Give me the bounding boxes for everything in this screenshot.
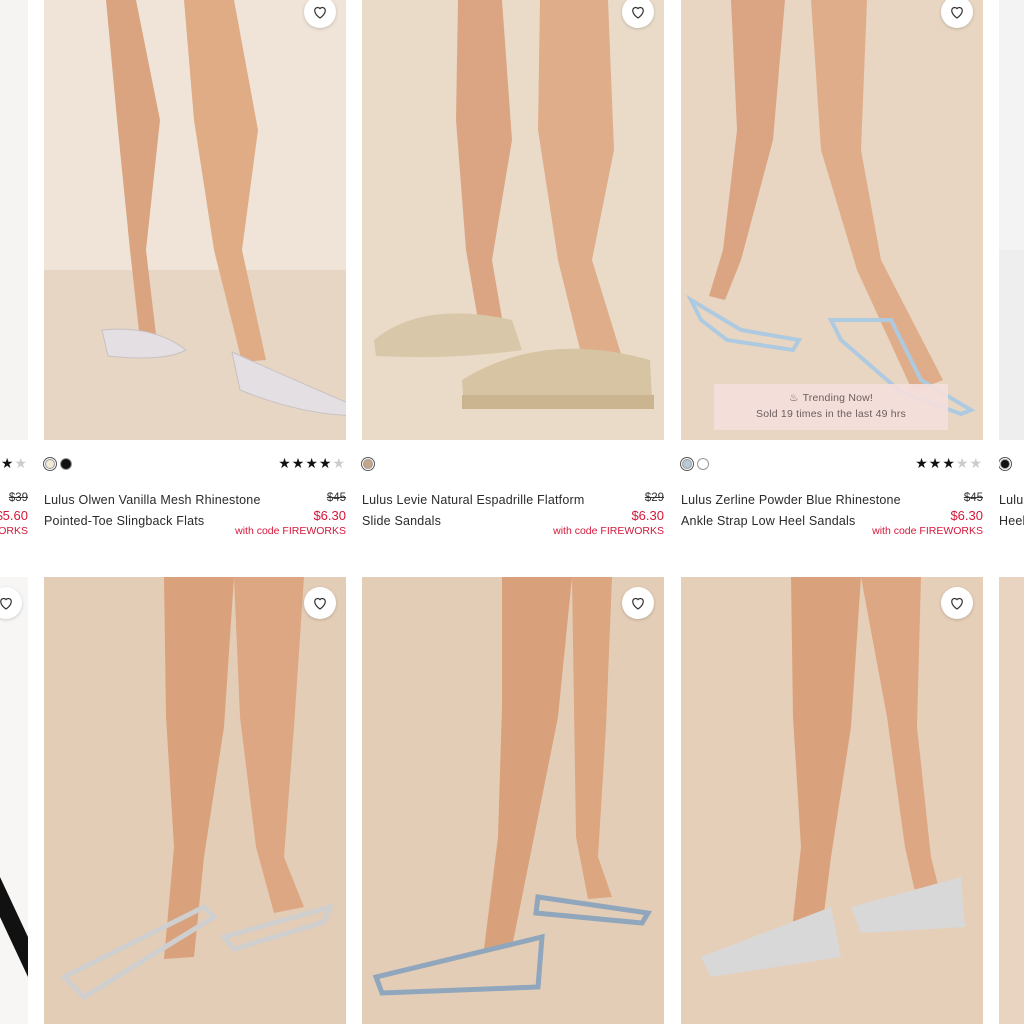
swatch-white[interactable] xyxy=(697,458,709,470)
product-card[interactable] xyxy=(999,577,1024,1024)
swatch-vanilla[interactable] xyxy=(45,459,55,469)
product-image[interactable] xyxy=(0,577,28,1024)
color-swatches xyxy=(681,458,709,470)
favorite-button[interactable] xyxy=(941,587,973,619)
original-price: $39 xyxy=(8,492,28,504)
color-swatches xyxy=(44,458,72,470)
color-swatches xyxy=(999,458,1011,470)
promo-code: with code FIREWORKS xyxy=(872,525,983,537)
trending-badge: ♨ Trending Now! Sold 19 times in the last… xyxy=(714,384,948,430)
heart-outline-icon xyxy=(632,597,644,610)
original-price: $29 xyxy=(644,492,664,504)
product-card[interactable]: ★★★★★ $39 $5.60 with code FIREWORKS xyxy=(0,0,28,577)
product-card[interactable]: ★★★★★ Lulus Olwen Vanilla Mesh Rhineston… xyxy=(44,0,346,577)
product-image[interactable] xyxy=(681,577,983,1024)
heart-outline-icon xyxy=(951,597,963,610)
promo-code: with code FIREWORKS xyxy=(0,525,28,537)
product-image[interactable] xyxy=(44,577,346,1024)
product-image[interactable] xyxy=(999,577,1024,1024)
swatch-black[interactable] xyxy=(1000,459,1010,469)
product-image[interactable]: ♨ Trending Now! Sold 19 times in the last… xyxy=(681,0,983,440)
product-card[interactable]: ♨ Trending Now! Sold 19 times in the last… xyxy=(681,0,983,577)
flame-icon: ♨ xyxy=(788,392,799,404)
favorite-button[interactable] xyxy=(304,587,336,619)
rating-stars: ★★★★★ xyxy=(915,455,983,471)
product-card[interactable] xyxy=(0,577,28,1024)
rating-stars: ★★★★★ xyxy=(0,455,28,471)
product-card[interactable] xyxy=(681,577,983,1024)
sale-price: $6.30 xyxy=(950,508,983,523)
original-price: $45 xyxy=(963,492,983,504)
product-card[interactable] xyxy=(362,577,664,1024)
swatch-black[interactable] xyxy=(60,458,72,470)
trending-title: Trending Now! xyxy=(802,392,874,404)
product-image[interactable] xyxy=(362,0,664,440)
heart-outline-icon xyxy=(632,6,644,19)
product-image[interactable] xyxy=(0,0,28,440)
favorite-button[interactable] xyxy=(622,587,654,619)
color-swatches xyxy=(362,458,374,470)
trending-text: Sold 19 times in the last 49 hrs xyxy=(756,408,906,420)
heart-outline-icon xyxy=(314,6,326,19)
promo-code: with code FIREWORKS xyxy=(235,525,346,537)
heart-outline-icon xyxy=(314,597,326,610)
product-card[interactable]: Lulus Heel xyxy=(999,0,1024,577)
heart-outline-icon xyxy=(0,597,12,610)
sale-price: $5.60 xyxy=(0,508,28,523)
product-card[interactable] xyxy=(44,577,346,1024)
promo-code: with code FIREWORKS xyxy=(553,525,664,537)
sale-price: $6.30 xyxy=(631,508,664,523)
original-price: $45 xyxy=(326,492,346,504)
product-image[interactable] xyxy=(362,577,664,1024)
product-image[interactable] xyxy=(999,0,1024,440)
product-name[interactable]: Lulus Heel xyxy=(999,490,1024,531)
swatch-powder-blue[interactable] xyxy=(682,459,692,469)
product-card[interactable]: Lulus Levie Natural Espadrille Flatform … xyxy=(362,0,664,577)
sale-price: $6.30 xyxy=(313,508,346,523)
rating-stars: ★★★★★ xyxy=(278,455,346,471)
swatch-natural[interactable] xyxy=(363,459,373,469)
heart-outline-icon xyxy=(951,6,963,19)
product-image[interactable] xyxy=(44,0,346,440)
